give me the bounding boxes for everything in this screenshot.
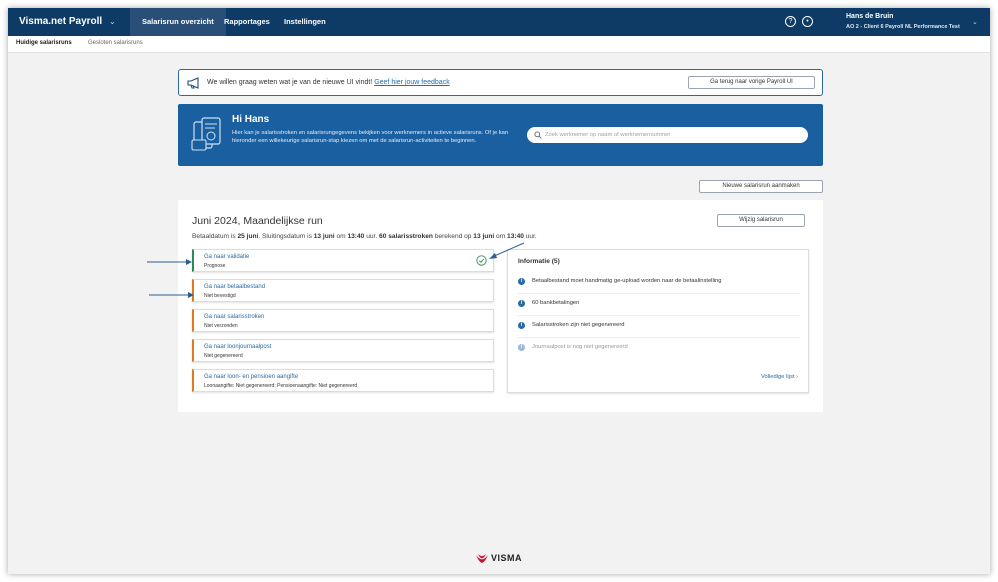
visma-logo-text: VISMA — [491, 553, 523, 563]
info-icon: i — [518, 344, 525, 351]
step-status: Prognose — [204, 263, 226, 269]
info-icon: i — [518, 278, 525, 285]
app-window: Visma.net Payroll ⌄ Salarisrun overzicht… — [8, 8, 990, 574]
back-to-old-ui-button[interactable]: Ga terug naar vorige Payroll UI — [688, 76, 815, 89]
step-status: Niet verzonden — [204, 323, 238, 329]
close-time: 13:40 — [347, 233, 365, 240]
salarisrun-card: Juni 2024, Maandelijkse run Wijzig salar… — [178, 200, 823, 412]
step-link[interactable]: Ga naar validatie — [204, 254, 249, 260]
pay-date: 25 juni — [237, 233, 259, 240]
app-brand[interactable]: Visma.net Payroll — [19, 16, 102, 27]
search-input[interactable] — [545, 130, 795, 140]
edit-salarisrun-button[interactable]: Wijzig salarisrun — [717, 214, 805, 227]
step-link[interactable]: Ga naar loon- en pensioen aangifte — [204, 374, 298, 380]
feedback-message: We willen graag weten wat je van de nieu… — [207, 79, 373, 86]
nav-instellingen[interactable]: Instellingen — [272, 8, 338, 36]
visma-logo: VISMA — [475, 551, 535, 567]
chevron-down-icon[interactable]: ⌄ — [109, 17, 116, 26]
info-icon: i — [518, 322, 525, 329]
greeting-text: Hier kan je salarisstroken en salarisrun… — [232, 130, 509, 144]
megaphone-icon — [187, 77, 199, 89]
user-name[interactable]: Hans de Bruin — [846, 13, 893, 20]
calc-at-label: om — [496, 233, 506, 240]
step-link[interactable]: Ga naar loonjournaalpost — [204, 344, 271, 350]
calc-label: berekend op — [434, 233, 472, 240]
close-unit: uur. — [366, 233, 378, 240]
welcome-banner: Hi Hans Hier kan je salarisstroken en sa… — [178, 104, 823, 166]
employee-search[interactable] — [527, 127, 808, 143]
slips-count: 60 — [379, 233, 387, 240]
info-panel: Informatie (5) i Betaalbestand moet hand… — [507, 249, 809, 393]
arrow-diagonal-icon — [489, 242, 525, 259]
feedback-banner: We willen graag weten wat je van de nieu… — [178, 69, 823, 96]
step-loonjournaalpost[interactable]: Ga naar loonjournaalpost Niet gegenereer… — [192, 339, 494, 362]
accessibility-icon[interactable]: • — [802, 16, 813, 27]
info-text: Salarisstroken zijn niet gegenereerd — [532, 322, 625, 328]
step-status: Loonaangifte: Niet gegenereerd; Pensioen… — [204, 383, 358, 389]
calc-unit: uur. — [525, 233, 537, 240]
pay-date-label: Betaaldatum is — [192, 233, 236, 240]
calc-time: 13:40 — [507, 233, 524, 240]
info-item: i Salarisstroken zijn niet gegenereerd — [518, 320, 800, 338]
step-link[interactable]: Ga naar salarisstroken — [204, 314, 264, 320]
step-loon-pensioen-aangifte[interactable]: Ga naar loon- en pensioen aangifte Loona… — [192, 369, 494, 392]
feedback-link[interactable]: Geef hier jouw feedback — [374, 79, 450, 86]
step-status: Niet bevestigd — [204, 293, 236, 299]
top-navigation: Visma.net Payroll ⌄ Salarisrun overzicht… — [8, 8, 990, 36]
info-icon: i — [518, 300, 525, 307]
greeting-title: Hi Hans — [232, 114, 270, 125]
run-title: Juni 2024, Maandelijkse run — [192, 215, 323, 227]
help-icon[interactable]: ? — [785, 16, 796, 27]
new-salarisrun-button[interactable]: Nieuwe salarisrun aanmaken — [699, 180, 823, 193]
run-meta: Betaaldatum is 25 juni. Sluitingsdatum i… — [192, 233, 537, 240]
close-at-label: om — [336, 233, 346, 240]
arrow-right-icon — [147, 259, 192, 265]
visma-mark-icon — [476, 554, 488, 563]
arrow-right-icon — [149, 292, 194, 298]
info-item: i Betaalbestand moet handmatig ge-upload… — [518, 276, 800, 294]
info-item: i 60 bankbetalingen — [518, 298, 800, 316]
step-salarisstroken[interactable]: Ga naar salarisstroken Niet verzonden — [192, 309, 494, 332]
tab-gesloten-salarisruns[interactable]: Gesloten salarisruns — [88, 40, 143, 46]
slips-label: salarisstroken — [388, 233, 433, 240]
close-date-label: . Sluitingsdatum is — [258, 233, 312, 240]
user-company[interactable]: AO 2 - Client 6 Payroll NL Performance T… — [846, 24, 960, 30]
step-link[interactable]: Ga naar betaalbestand — [204, 284, 265, 290]
full-list-link[interactable]: Volledige lijst › — [761, 374, 798, 380]
search-icon — [534, 131, 542, 139]
step-validatie[interactable]: Ga naar validatie Prognose — [192, 249, 494, 272]
info-text: Journaalpost is nog niet gegenereerd — [532, 344, 628, 350]
calc-date: 13 juni — [473, 233, 495, 240]
info-item: i Journaalpost is nog niet gegenereerd — [518, 342, 800, 360]
close-date: 13 juni — [313, 233, 335, 240]
info-text: Betaalbestand moet handmatig ge-upload w… — [532, 278, 722, 284]
step-betaalbestand[interactable]: Ga naar betaalbestand Niet bevestigd — [192, 279, 494, 302]
info-text: 60 bankbetalingen — [532, 300, 580, 306]
sub-navigation: Huidige salarisruns Gesloten salarisruns — [8, 36, 990, 53]
feedback-text: We willen graag weten wat je van de nieu… — [207, 79, 450, 86]
tab-huidige-salarisruns[interactable]: Huidige salarisruns — [16, 40, 72, 46]
step-status: Niet gegenereerd — [204, 353, 243, 359]
payroll-illustration-icon — [191, 117, 221, 151]
chevron-down-icon[interactable]: ⌄ — [972, 18, 978, 26]
